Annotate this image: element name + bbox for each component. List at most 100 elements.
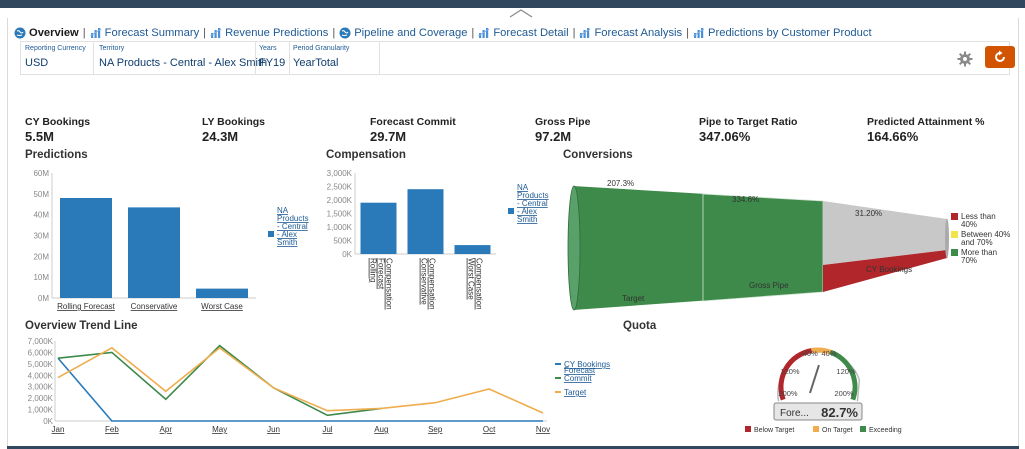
collapse-handle-icon[interactable] bbox=[506, 8, 536, 18]
y-tick-label: 2,500K bbox=[327, 183, 353, 192]
y-tick-label: 5,000K bbox=[28, 360, 54, 369]
x-tick-label: Worst Case bbox=[201, 302, 243, 311]
kpi-value: 97.2M bbox=[535, 129, 572, 144]
kpi-label: Gross Pipe bbox=[535, 116, 591, 128]
gauge-scale-label: 120% bbox=[780, 367, 800, 376]
bars-icon bbox=[478, 28, 490, 38]
prompt-value: FY19 bbox=[259, 57, 286, 69]
prompt-years[interactable]: Years FY19 bbox=[255, 42, 289, 74]
top-header-bar bbox=[0, 0, 1025, 8]
kpi-label: Predicted Attainment % bbox=[867, 116, 985, 128]
y-tick-label: 2,000K bbox=[28, 394, 54, 403]
y-tick-label: 20M bbox=[33, 252, 49, 261]
kpi-value: 24.3M bbox=[202, 129, 239, 144]
bar bbox=[128, 207, 180, 298]
funnel-end bbox=[945, 218, 949, 259]
x-tick-label: Jul bbox=[322, 425, 332, 434]
y-tick-label: 0M bbox=[38, 294, 49, 303]
stage-value-label: 31.20% bbox=[855, 209, 882, 218]
tab-separator: | bbox=[82, 27, 86, 39]
globe-icon bbox=[339, 27, 351, 39]
legend-swatch bbox=[951, 231, 958, 238]
tab-separator: | bbox=[332, 27, 336, 39]
bars-icon bbox=[579, 28, 591, 38]
x-tick-label: Compensation bbox=[385, 258, 394, 310]
x-tick-label: Worst Case bbox=[467, 258, 476, 300]
predictions-title: Predictions bbox=[25, 149, 88, 161]
tab-forecast-detail[interactable]: Forecast Detail bbox=[478, 27, 569, 39]
legend-label: Exceeding bbox=[869, 427, 902, 434]
legend-swatch bbox=[508, 208, 514, 214]
legend-swatch bbox=[745, 426, 751, 432]
x-tick-label: Aug bbox=[374, 425, 388, 434]
tab-pipeline-and-coverage[interactable]: Pipeline and Coverage bbox=[339, 27, 467, 39]
prompt-value: NA Products - Central - Alex Smith bbox=[99, 57, 268, 69]
bar bbox=[196, 288, 248, 298]
x-tick-label: Oct bbox=[483, 425, 496, 434]
prompt-period-granularity[interactable]: Period Granularity YearTotal bbox=[289, 42, 379, 74]
x-tick-label: Conservative bbox=[420, 258, 429, 305]
y-tick-label: 3,000K bbox=[28, 383, 54, 392]
legend-label: and 70% bbox=[961, 238, 993, 247]
y-tick-label: 40M bbox=[33, 211, 49, 220]
kpi-label: Pipe to Target Ratio bbox=[699, 116, 798, 128]
apply-refresh-button[interactable] bbox=[985, 46, 1015, 68]
gauge-scale-label: 40% bbox=[821, 349, 836, 358]
y-tick-label: 500K bbox=[333, 237, 352, 246]
kpi-label: CY Bookings bbox=[25, 116, 91, 128]
gauge-scale-label: -40% bbox=[800, 349, 818, 358]
compensation-title: Compensation bbox=[326, 149, 406, 161]
kpi-forecast-commit: Forecast Commit 29.7M bbox=[370, 116, 456, 144]
y-tick-label: 60M bbox=[33, 169, 49, 178]
legend-label: Target bbox=[564, 388, 587, 397]
gear-icon[interactable] bbox=[956, 50, 974, 68]
x-tick-label: Forecast bbox=[377, 258, 386, 290]
prompt-territory[interactable]: Territory NA Products - Central - Alex S… bbox=[95, 42, 267, 74]
tab-overview[interactable]: Overview bbox=[14, 27, 79, 39]
y-tick-label: 1,000K bbox=[28, 406, 54, 415]
x-tick-label: Jan bbox=[52, 425, 65, 434]
predictions-chart: 0M 10M 20M 30M 40M 50M 60M Rolling Forecast Cons… bbox=[33, 169, 308, 311]
tab-separator: | bbox=[572, 27, 576, 39]
legend-swatch bbox=[268, 231, 274, 237]
gauge-caption: Fore... bbox=[780, 408, 809, 419]
tab-predictions-by-customer-product[interactable]: Predictions by Customer Product bbox=[693, 27, 872, 39]
tab-separator: | bbox=[471, 27, 475, 39]
stage-value-label: 207.3% bbox=[607, 179, 634, 188]
y-tick-label: 10M bbox=[33, 273, 49, 282]
prompt-label: Period Granularity bbox=[293, 45, 350, 52]
legend-swatch bbox=[813, 426, 819, 432]
kpi-label: Forecast Commit bbox=[370, 116, 456, 128]
gauge-value-label: 82.7% bbox=[821, 405, 858, 420]
x-tick-label: Apr bbox=[160, 425, 173, 434]
legend-label: Smith bbox=[277, 238, 297, 247]
bars-icon bbox=[210, 28, 222, 38]
y-tick-label: 3,000K bbox=[327, 169, 353, 178]
y-tick-label: 0K bbox=[342, 250, 352, 259]
prompt-reporting-currency[interactable]: Reporting Currency USD bbox=[21, 42, 93, 74]
tab-forecast-summary[interactable]: Forecast Summary bbox=[89, 27, 199, 39]
dashboard-tab-bar: Overview | Forecast Summary | Revenue Predic… bbox=[14, 25, 872, 41]
y-tick-label: 50M bbox=[33, 190, 49, 199]
prompt-value: YearTotal bbox=[293, 57, 339, 69]
kpi-cy-bookings: CY Bookings 5.5M bbox=[25, 116, 90, 144]
legend-swatch bbox=[951, 213, 958, 220]
compensation-chart: 0K 500K 1,000K 1,500K 2,000K 2,500K 3,000K Roll… bbox=[327, 169, 549, 310]
tab-forecast-analysis[interactable]: Forecast Analysis bbox=[579, 27, 682, 39]
bar bbox=[60, 198, 112, 298]
funnel-mouth bbox=[567, 185, 581, 311]
tab-label: Predictions by Customer Product bbox=[708, 27, 872, 39]
y-tick-label: 4,000K bbox=[28, 371, 54, 380]
tab-revenue-predictions[interactable]: Revenue Predictions bbox=[210, 27, 328, 39]
x-tick-label: Rolling bbox=[369, 258, 378, 282]
globe-icon bbox=[14, 27, 26, 39]
x-tick-label: May bbox=[212, 425, 227, 434]
series-line-target bbox=[57, 346, 544, 414]
kpi-pipe-to-target-ratio: Pipe to Target Ratio 347.06% bbox=[699, 116, 797, 144]
x-tick-label: Sep bbox=[428, 425, 443, 434]
legend-label: Smith bbox=[517, 215, 537, 224]
tab-separator: | bbox=[686, 27, 690, 39]
legend-label: 40% bbox=[961, 220, 977, 229]
trend-title: Overview Trend Line bbox=[25, 320, 138, 332]
kpi-label: LY Bookings bbox=[202, 116, 266, 128]
